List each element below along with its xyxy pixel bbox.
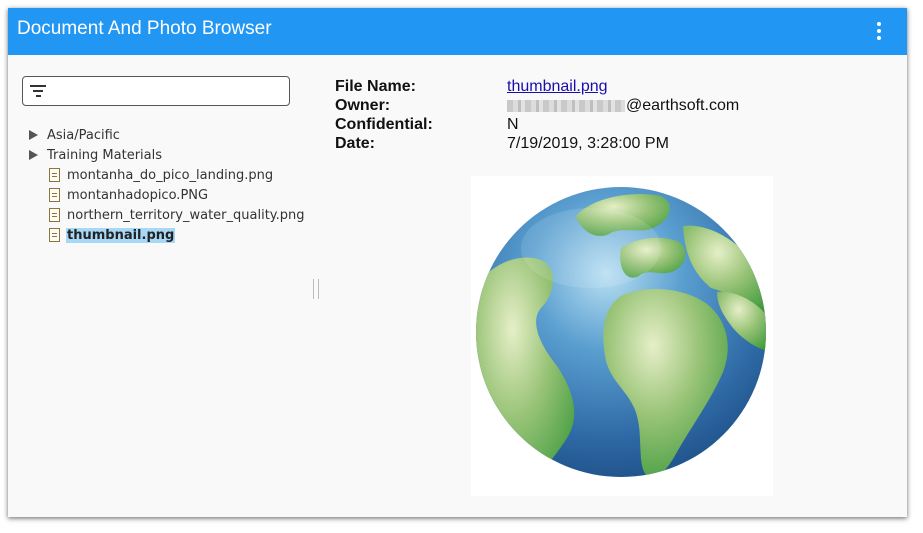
filter-input[interactable] xyxy=(53,80,285,102)
owner-domain: @earthsoft.com xyxy=(626,97,740,114)
detail-row-file-name: File Name: thumbnail.png xyxy=(335,77,755,96)
detail-row-date: Date: 7/19/2019, 3:28:00 PM xyxy=(335,134,755,153)
browser-window: Document And Photo Browser Asia/Pacific … xyxy=(8,8,907,517)
tree-file-label[interactable]: montanha_do_pico_landing.png xyxy=(66,168,274,183)
document-icon xyxy=(49,188,60,202)
triangle-right-icon[interactable] xyxy=(29,150,38,160)
kebab-menu-icon[interactable] xyxy=(875,20,883,42)
tree-file-label[interactable]: northern_territory_water_quality.png xyxy=(66,208,306,223)
tree-file-label[interactable]: montanhadopico.PNG xyxy=(66,188,209,203)
window-title: Document And Photo Browser xyxy=(17,18,272,39)
file-name-link[interactable]: thumbnail.png xyxy=(507,78,608,95)
detail-row-owner: Owner: @earthsoft.com xyxy=(335,96,755,115)
filter-box[interactable] xyxy=(22,76,290,106)
pane-splitter-handle[interactable] xyxy=(313,279,319,299)
filter-icon[interactable] xyxy=(30,85,46,97)
owner-label: Owner: xyxy=(335,97,391,114)
tree-folder-asia-pacific[interactable]: Asia/Pacific xyxy=(26,126,306,146)
triangle-right-icon[interactable] xyxy=(29,130,38,140)
title-bar: Document And Photo Browser xyxy=(8,8,907,55)
document-icon xyxy=(49,228,60,242)
tree-folder-label[interactable]: Training Materials xyxy=(46,148,163,163)
document-icon xyxy=(49,208,60,222)
confidential-value: N xyxy=(507,116,519,133)
image-preview xyxy=(471,176,773,496)
tree-file-label[interactable]: thumbnail.png xyxy=(66,228,176,243)
date-value: 7/19/2019, 3:28:00 PM xyxy=(507,135,669,152)
tree-file[interactable]: northern_territory_water_quality.png xyxy=(26,206,306,226)
owner-value: @earthsoft.com xyxy=(507,96,739,115)
detail-row-confidential: Confidential: N xyxy=(335,115,755,134)
tree-file[interactable]: montanhadopico.PNG xyxy=(26,186,306,206)
date-label: Date: xyxy=(335,135,376,152)
file-details: File Name: thumbnail.png Owner: @earthso… xyxy=(335,77,755,153)
tree-folder-training-materials[interactable]: Training Materials xyxy=(26,146,306,166)
document-icon xyxy=(49,168,60,182)
file-name-label: File Name: xyxy=(335,78,416,95)
tree-folder-label[interactable]: Asia/Pacific xyxy=(46,128,121,143)
tree-file-selected[interactable]: thumbnail.png xyxy=(26,226,306,246)
tree-file[interactable]: montanha_do_pico_landing.png xyxy=(26,166,306,186)
confidential-label: Confidential: xyxy=(335,116,433,133)
redacted-owner-name xyxy=(507,99,625,112)
document-tree: Asia/Pacific Training Materials montanha… xyxy=(26,126,306,246)
globe-image xyxy=(476,187,766,477)
